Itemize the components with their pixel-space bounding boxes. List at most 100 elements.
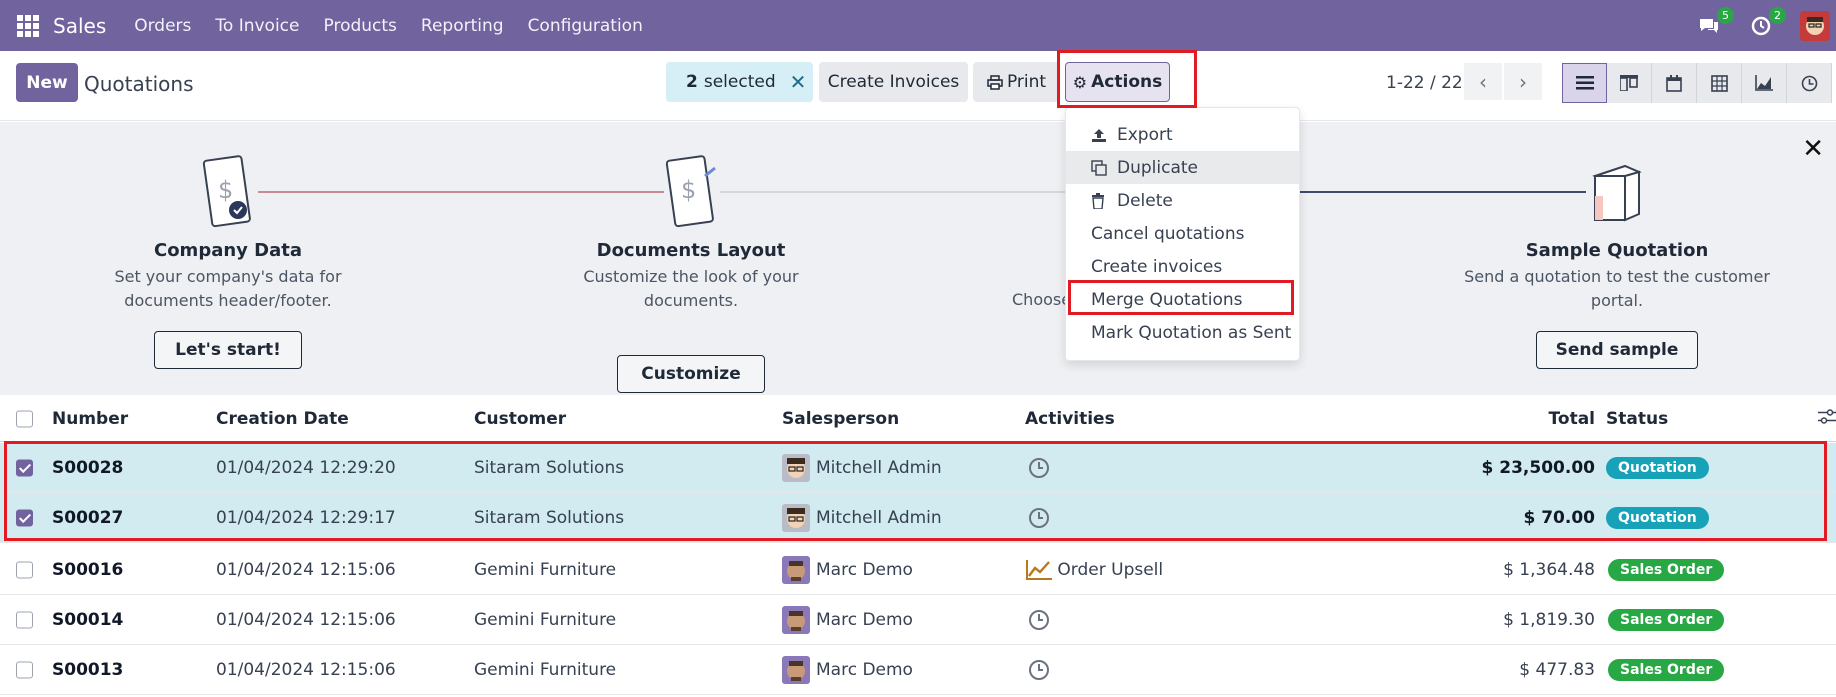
row-customer: Gemini Furniture [474, 659, 617, 680]
nav-to-invoice[interactable]: To Invoice [215, 16, 299, 36]
row-checkbox[interactable] [16, 561, 33, 578]
row-salesperson: Marc Demo [782, 655, 913, 684]
col-total[interactable]: Total [1549, 409, 1595, 429]
menu-item-create-invoices[interactable]: Create invoices [1066, 250, 1299, 283]
select-all-checkbox[interactable] [16, 410, 33, 428]
onboarding-step-partial: Choose [1012, 122, 1072, 312]
row-customer: Gemini Furniture [474, 609, 617, 630]
optional-columns-icon[interactable] [1818, 409, 1836, 430]
svg-text:$: $ [218, 176, 233, 204]
print-icon [987, 74, 1003, 90]
step-title: Company Data [153, 240, 303, 261]
app-menu-icon[interactable] [17, 14, 39, 37]
menu-item-export[interactable]: Export [1066, 118, 1299, 151]
copy-icon [1091, 159, 1107, 176]
activity-badge: 2 [1769, 6, 1786, 24]
upload-icon [1091, 128, 1107, 142]
menu-item-duplicate[interactable]: Duplicate [1066, 151, 1299, 184]
salesperson-avatar [782, 605, 810, 634]
nav-orders[interactable]: Orders [134, 16, 191, 36]
onboarding-step-sample: Sample Quotation Send a quotation to tes… [1432, 122, 1802, 369]
pager-next-icon[interactable]: › [1504, 63, 1542, 100]
documents-layout-illustration: $ [651, 152, 731, 232]
row-checkbox[interactable] [16, 611, 33, 628]
table-header: Number Creation Date Customer Salesperso… [0, 397, 1836, 442]
col-salesperson[interactable]: Salesperson [782, 409, 899, 429]
row-total: $ 477.83 [1519, 659, 1595, 680]
step-description: Customize the look of your documents. [583, 267, 799, 310]
clear-selection-icon[interactable]: ✕ [790, 70, 807, 94]
send-sample-button[interactable]: Send sample [1536, 331, 1698, 369]
sample-quotation-illustration [1577, 152, 1657, 232]
chat-icon[interactable]: 5 [1696, 6, 1734, 39]
col-customer[interactable]: Customer [474, 409, 566, 429]
row-date: 01/04/2024 12:15:06 [216, 559, 396, 580]
row-number: S00014 [52, 609, 124, 630]
highlight-selected-rows-box [4, 441, 1827, 541]
user-avatar[interactable] [1800, 10, 1830, 41]
upsell-activity[interactable]: Order Upsell [1026, 559, 1164, 580]
actions-dropdown: Export Duplicate Delete Cancel quotation… [1065, 107, 1300, 361]
page-title: Quotations [84, 72, 194, 96]
print-button[interactable]: Print [973, 62, 1060, 102]
pager-value[interactable]: 1-22 / 22 [1386, 73, 1463, 93]
col-activities[interactable]: Activities [1025, 409, 1115, 429]
row-date: 01/04/2024 12:15:06 [216, 659, 396, 680]
highlight-merge-box [1068, 280, 1294, 315]
menu-item-mark-as-sent[interactable]: Mark Quotation as Sent [1066, 316, 1299, 349]
salesperson-avatar [782, 555, 810, 584]
row-total: $ 1,364.48 [1503, 559, 1595, 580]
col-number[interactable]: Number [52, 409, 128, 429]
col-creation-date[interactable]: Creation Date [216, 409, 349, 429]
pivot-view-icon[interactable] [1697, 63, 1742, 103]
nav-products[interactable]: Products [324, 16, 397, 36]
graph-view-icon[interactable] [1742, 63, 1787, 103]
chart-line-icon [1026, 559, 1052, 580]
control-panel: New Quotations 2 selected ✕ Create Invoi… [0, 51, 1836, 121]
lets-start-button[interactable]: Let's start! [154, 331, 302, 369]
row-customer: Gemini Furniture [474, 559, 617, 580]
salesperson-avatar [782, 655, 810, 684]
activity-view-icon[interactable] [1787, 63, 1832, 103]
step-description: Set your company's data for documents he… [114, 267, 342, 310]
row-number: S00013 [52, 659, 124, 680]
new-button[interactable]: New [16, 63, 78, 102]
nav-reporting[interactable]: Reporting [421, 16, 504, 36]
row-salesperson: Marc Demo [782, 555, 913, 584]
row-checkbox[interactable] [16, 661, 33, 678]
kanban-view-icon[interactable] [1607, 63, 1652, 103]
customize-button[interactable]: Customize [617, 355, 765, 393]
step-title: Documents Layout [596, 240, 786, 261]
step-title: Sample Quotation [1525, 240, 1709, 261]
row-number: S00016 [52, 559, 124, 580]
table-row[interactable]: S00014 01/04/2024 12:15:06 Gemini Furnit… [0, 595, 1836, 645]
row-salesperson: Marc Demo [782, 605, 913, 634]
svg-text:$: $ [681, 176, 696, 204]
menu-item-cancel-quotations[interactable]: Cancel quotations [1066, 217, 1299, 250]
app-name[interactable]: Sales [53, 14, 106, 38]
create-invoices-button[interactable]: Create Invoices [819, 62, 968, 102]
pager-prev-icon[interactable]: ‹ [1464, 63, 1502, 100]
table-row[interactable]: S00013 01/04/2024 12:15:06 Gemini Furnit… [0, 645, 1836, 695]
print-label: Print [1006, 72, 1047, 92]
col-status[interactable]: Status [1606, 409, 1668, 429]
selected-count: 2 [686, 72, 698, 92]
company-data-illustration: $ [188, 152, 268, 232]
list-view-icon[interactable] [1562, 63, 1607, 103]
activity-label: Order Upsell [1057, 559, 1164, 580]
activity-clock-icon[interactable]: 2 [1748, 6, 1786, 39]
nav-configuration[interactable]: Configuration [528, 16, 643, 36]
trash-icon [1091, 192, 1107, 209]
row-total: $ 1,819.30 [1503, 609, 1595, 630]
calendar-view-icon[interactable] [1652, 63, 1697, 103]
step-description: Send a quotation to test the customer po… [1464, 267, 1770, 310]
close-onboarding-icon[interactable]: ✕ [1802, 134, 1824, 164]
view-switcher [1562, 63, 1832, 103]
selection-indicator: 2 selected ✕ [666, 62, 813, 102]
row-date: 01/04/2024 12:15:06 [216, 609, 396, 630]
step-description: Choose [1012, 290, 1072, 309]
table-row[interactable]: S00016 01/04/2024 12:15:06 Gemini Furnit… [0, 545, 1836, 595]
onboarding-step-company: $ Company Data Set your company's data f… [78, 122, 378, 369]
menu-item-delete[interactable]: Delete [1066, 184, 1299, 217]
highlight-actions-box [1057, 50, 1197, 108]
